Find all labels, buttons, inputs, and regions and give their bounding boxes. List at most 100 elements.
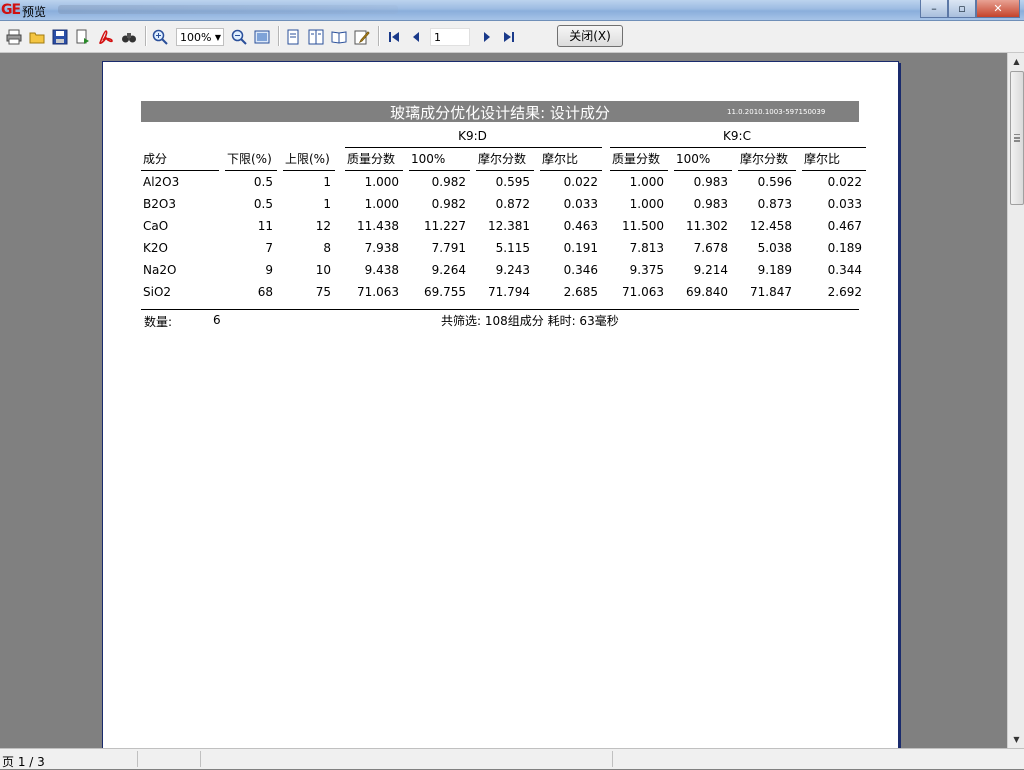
save-icon[interactable] (51, 28, 69, 46)
value-cell: 7 (265, 240, 273, 255)
value-cell: 0.022 (827, 174, 862, 189)
status-separator (612, 751, 613, 767)
two-page-icon[interactable] (307, 28, 325, 46)
value-cell: 9.214 (693, 262, 728, 277)
toolbar-separator (145, 26, 147, 46)
zoom-in-icon[interactable] (151, 28, 169, 46)
value-cell: 1 (323, 174, 331, 189)
value-cell: 68 (257, 284, 273, 299)
status-separator (137, 751, 138, 767)
edit-icon[interactable] (353, 28, 371, 46)
table-row: B2O3 0.5 1 1.000 0.982 0.872 0.033 1.000 0.983 0.… (141, 193, 866, 215)
value-cell: 1.000 (364, 174, 399, 189)
zoom-out-icon[interactable] (230, 28, 248, 46)
value-cell: 2.685 (563, 284, 598, 299)
count-label: 数量: (144, 315, 173, 329)
report-title-bar: 玻璃成分优化设计结果: 设计成分 11.0.2010.1003-59715003… (141, 101, 859, 122)
value-cell: 0.595 (495, 174, 530, 189)
component-cell: B2O3 (143, 196, 176, 211)
value-cell: 1.000 (629, 174, 664, 189)
component-cell: CaO (143, 218, 169, 233)
value-cell: 11.302 (686, 218, 728, 233)
value-cell: 1.000 (629, 196, 664, 211)
column-header-row: 成分 下限(%) 上限(%) 质量分数 100% 摩尔分数 摩尔比 质量分数 1… (141, 147, 866, 171)
group-header-row: K9:D K9:C (141, 125, 866, 148)
value-cell: 0.022 (563, 174, 598, 189)
toolbar: 100% ▼ 1 关闭(X) (0, 21, 1024, 53)
first-page-icon[interactable] (385, 28, 403, 46)
value-cell: 71.794 (488, 284, 530, 299)
value-cell: 0.5 (253, 196, 273, 211)
value-cell: 11.227 (424, 218, 466, 233)
column-header: 摩尔分数 (476, 147, 534, 171)
column-header: 质量分数 (345, 147, 403, 171)
prev-page-icon[interactable] (407, 28, 425, 46)
print-icon[interactable] (5, 28, 23, 46)
report-id: 11.0.2010.1003-597150039 (727, 108, 826, 116)
value-cell: 9.375 (629, 262, 664, 277)
scroll-up-icon[interactable]: ▲ (1008, 53, 1024, 70)
table-body: Al2O3 0.5 1 1.000 0.982 0.595 0.022 1.000 0.983 0… (141, 170, 866, 303)
fit-page-icon[interactable] (253, 28, 271, 46)
value-cell: 9.438 (364, 262, 399, 277)
results-table: K9:D K9:C 成分 下限(%) 上限(%) 质量分数 100% 摩尔分数 … (141, 125, 866, 303)
value-cell: 9.243 (495, 262, 530, 277)
value-cell: 0.873 (757, 196, 792, 211)
value-cell: 5.038 (757, 240, 792, 255)
close-preview-button[interactable]: 关闭(X) (557, 25, 623, 47)
pdf-icon[interactable] (97, 28, 115, 46)
value-cell: 0.346 (563, 262, 598, 277)
value-cell: 12 (315, 218, 331, 233)
last-page-icon[interactable] (500, 28, 518, 46)
minimize-button[interactable]: – (920, 0, 948, 18)
table-row: Na2O 9 10 9.438 9.264 9.243 0.346 9.375 9.214 9.1… (141, 259, 866, 281)
open-folder-icon[interactable] (28, 28, 46, 46)
column-header: 100% (674, 147, 732, 171)
table-row: CaO 11 12 11.438 11.227 12.381 0.463 11.500 11.3… (141, 215, 866, 237)
report-page: 玻璃成分优化设计结果: 设计成分 11.0.2010.1003-59715003… (102, 61, 899, 748)
value-cell: 71.847 (750, 284, 792, 299)
column-header: 100% (409, 147, 470, 171)
value-cell: 12.458 (750, 218, 792, 233)
export-icon[interactable] (74, 28, 92, 46)
value-cell: 7.813 (629, 240, 664, 255)
table-row: K2O 7 8 7.938 7.791 5.115 0.191 7.813 7.678 5.038… (141, 237, 866, 259)
toolbar-separator (278, 26, 280, 46)
book-icon[interactable] (330, 28, 348, 46)
next-page-icon[interactable] (478, 28, 496, 46)
value-cell: 0.467 (827, 218, 862, 233)
value-cell: 1.000 (364, 196, 399, 211)
component-cell: SiO2 (143, 284, 172, 299)
zoom-select[interactable]: 100% ▼ (176, 28, 224, 46)
column-header: 摩尔比 (802, 147, 866, 171)
column-header: 摩尔分数 (738, 147, 796, 171)
vertical-scrollbar[interactable]: ▲ ▼ (1007, 53, 1024, 748)
value-cell: 71.063 (622, 284, 664, 299)
maximize-button[interactable]: ▫ (948, 0, 976, 18)
window-title: 预览 (22, 5, 47, 19)
table-row: SiO2 68 75 71.063 69.755 71.794 2.685 71.063 69.… (141, 281, 866, 303)
table-row: Al2O3 0.5 1 1.000 0.982 0.595 0.022 1.000 0.983 0… (141, 170, 866, 193)
column-header: 下限(%) (225, 147, 277, 171)
component-cell: Na2O (143, 262, 177, 277)
value-cell: 10 (315, 262, 331, 277)
value-cell: 0.982 (431, 174, 466, 189)
preview-area: 玻璃成分优化设计结果: 设计成分 11.0.2010.1003-59715003… (0, 53, 1007, 748)
find-icon[interactable] (120, 28, 138, 46)
value-cell: 0.983 (693, 174, 728, 189)
value-cell: 71.063 (357, 284, 399, 299)
value-cell: 11.500 (622, 218, 664, 233)
scroll-thumb[interactable] (1010, 71, 1024, 205)
count-value: 6 (213, 313, 221, 327)
page-number-input[interactable]: 1 (430, 28, 470, 46)
value-cell: 1 (323, 196, 331, 211)
value-cell: 7.938 (364, 240, 399, 255)
component-cell: Al2O3 (143, 174, 180, 189)
value-cell: 0.344 (827, 262, 862, 277)
footer-divider (141, 309, 859, 310)
zoom-value: 100% (180, 31, 212, 44)
scroll-down-icon[interactable]: ▼ (1008, 731, 1024, 748)
component-cell: K2O (143, 240, 168, 255)
close-window-button[interactable]: ✕ (976, 0, 1020, 18)
single-page-icon[interactable] (284, 28, 302, 46)
